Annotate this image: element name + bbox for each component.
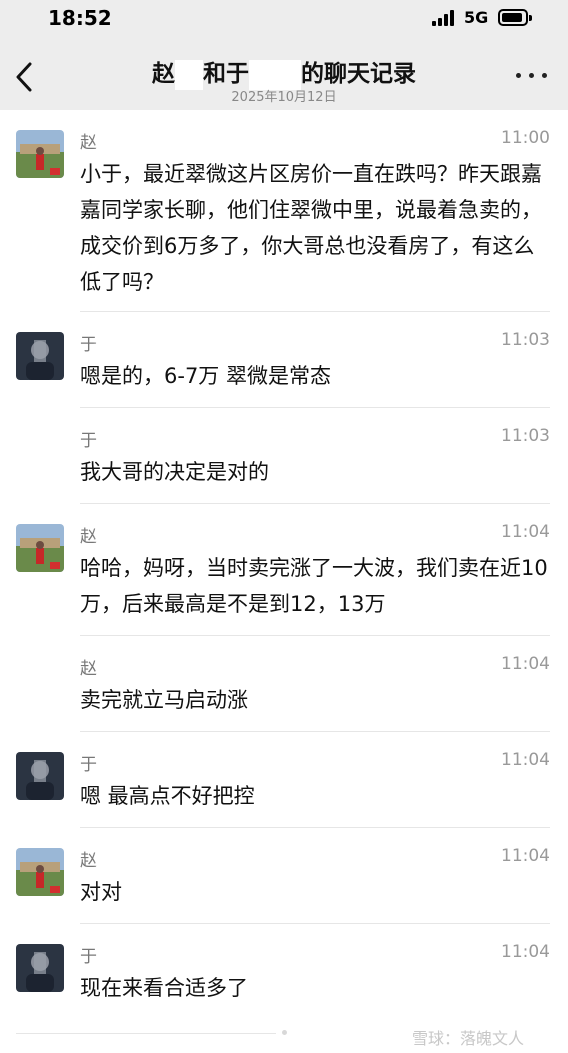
- landscape-avatar: [16, 848, 64, 896]
- redaction-mask: [249, 59, 301, 90]
- list-item: 赵 11:00 小于，最近翠微这片区房价一直在跌吗？昨天跟嘉嘉同学家长聊，他们住…: [0, 110, 568, 312]
- list-item: 赵 11:04 对对: [0, 828, 568, 924]
- chat-date: 2025年10月12日: [231, 90, 337, 105]
- landscape-avatar: [16, 130, 64, 178]
- redaction-mask: [175, 59, 203, 90]
- list-item: 赵 11:04 卖完就立马启动涨: [0, 636, 568, 732]
- network-label: 5G: [464, 8, 489, 27]
- message-time: 11:03: [501, 330, 550, 350]
- watermark: 雪球：落魄文人: [412, 1029, 525, 1048]
- landscape-avatar: [16, 524, 64, 572]
- list-item: 于 11:04 现在来看合适多了: [0, 924, 568, 1020]
- person-avatar: [16, 752, 64, 800]
- list-item: 于 11:03 我大哥的决定是对的: [0, 408, 568, 504]
- message-text: 哈哈，妈呀，当时卖完涨了一大波，我们卖在近10万，后来最高是不是到12，13万: [80, 556, 548, 616]
- message-text: 嗯 最高点不好把控: [80, 784, 255, 808]
- person-avatar: [16, 944, 64, 992]
- status-bar: 18:52 5G: [0, 0, 568, 38]
- sender-name: 于: [80, 947, 97, 967]
- message-text: 我大哥的决定是对的: [80, 460, 269, 484]
- sender-name: 于: [80, 330, 125, 355]
- message-text: 小于，最近翠微这片区房价一直在跌吗？昨天跟嘉嘉同学家长聊，他们住翠微中里，说最着…: [80, 162, 542, 294]
- dot: [282, 1030, 287, 1035]
- sender-name: 于: [80, 755, 97, 775]
- list-item: 于 11:03 嗯是的，6-7万 翠微是常态: [0, 312, 568, 408]
- message-text: 卖完就立马启动涨: [80, 688, 248, 712]
- sender-name: 赵: [80, 522, 125, 547]
- message-text: 现在来看合适多了: [80, 976, 248, 1000]
- more-options-icon[interactable]: [516, 70, 550, 80]
- divider: [16, 1033, 276, 1034]
- message-time: 11:04: [501, 846, 550, 866]
- sender-name: 赵: [80, 659, 97, 679]
- message-time: 11:04: [501, 654, 550, 674]
- sender-name: 赵: [80, 846, 125, 871]
- message-time: 11:03: [501, 426, 550, 446]
- sender-name: 赵: [80, 128, 125, 153]
- message-text: 嗯是的，6-7万 翠微是常态: [80, 364, 331, 388]
- list-item: 于 11:04 嗯 最高点不好把控: [0, 732, 568, 828]
- list-item: 赵 11:04 哈哈，妈呀，当时卖完涨了一大波，我们卖在近10万，后来最高是不是…: [0, 504, 568, 636]
- title-conjunction: 和于: [203, 61, 249, 87]
- person-avatar: [16, 332, 64, 380]
- sender-name: 于: [80, 431, 97, 451]
- message-time: 11:04: [501, 942, 550, 962]
- message-time: 11:04: [501, 522, 550, 542]
- status-time: 18:52: [48, 6, 112, 30]
- signal-icon: [432, 10, 458, 26]
- message-time: 11:04: [501, 750, 550, 770]
- title-name-a: 赵: [152, 61, 175, 87]
- battery-icon: [498, 9, 532, 26]
- page-title: 赵 和于 的聊天记录: [0, 54, 568, 90]
- title-suffix: 的聊天记录: [301, 61, 416, 87]
- message-time: 11:00: [501, 128, 550, 148]
- message-text: 对对: [80, 880, 122, 904]
- message-list: 赵 11:00 小于，最近翠微这片区房价一直在跌吗？昨天跟嘉嘉同学家长聊，他们住…: [0, 110, 568, 1020]
- chat-record-header: 18:52 5G 赵 和于 的聊天记录 2025年10月12日: [0, 0, 568, 110]
